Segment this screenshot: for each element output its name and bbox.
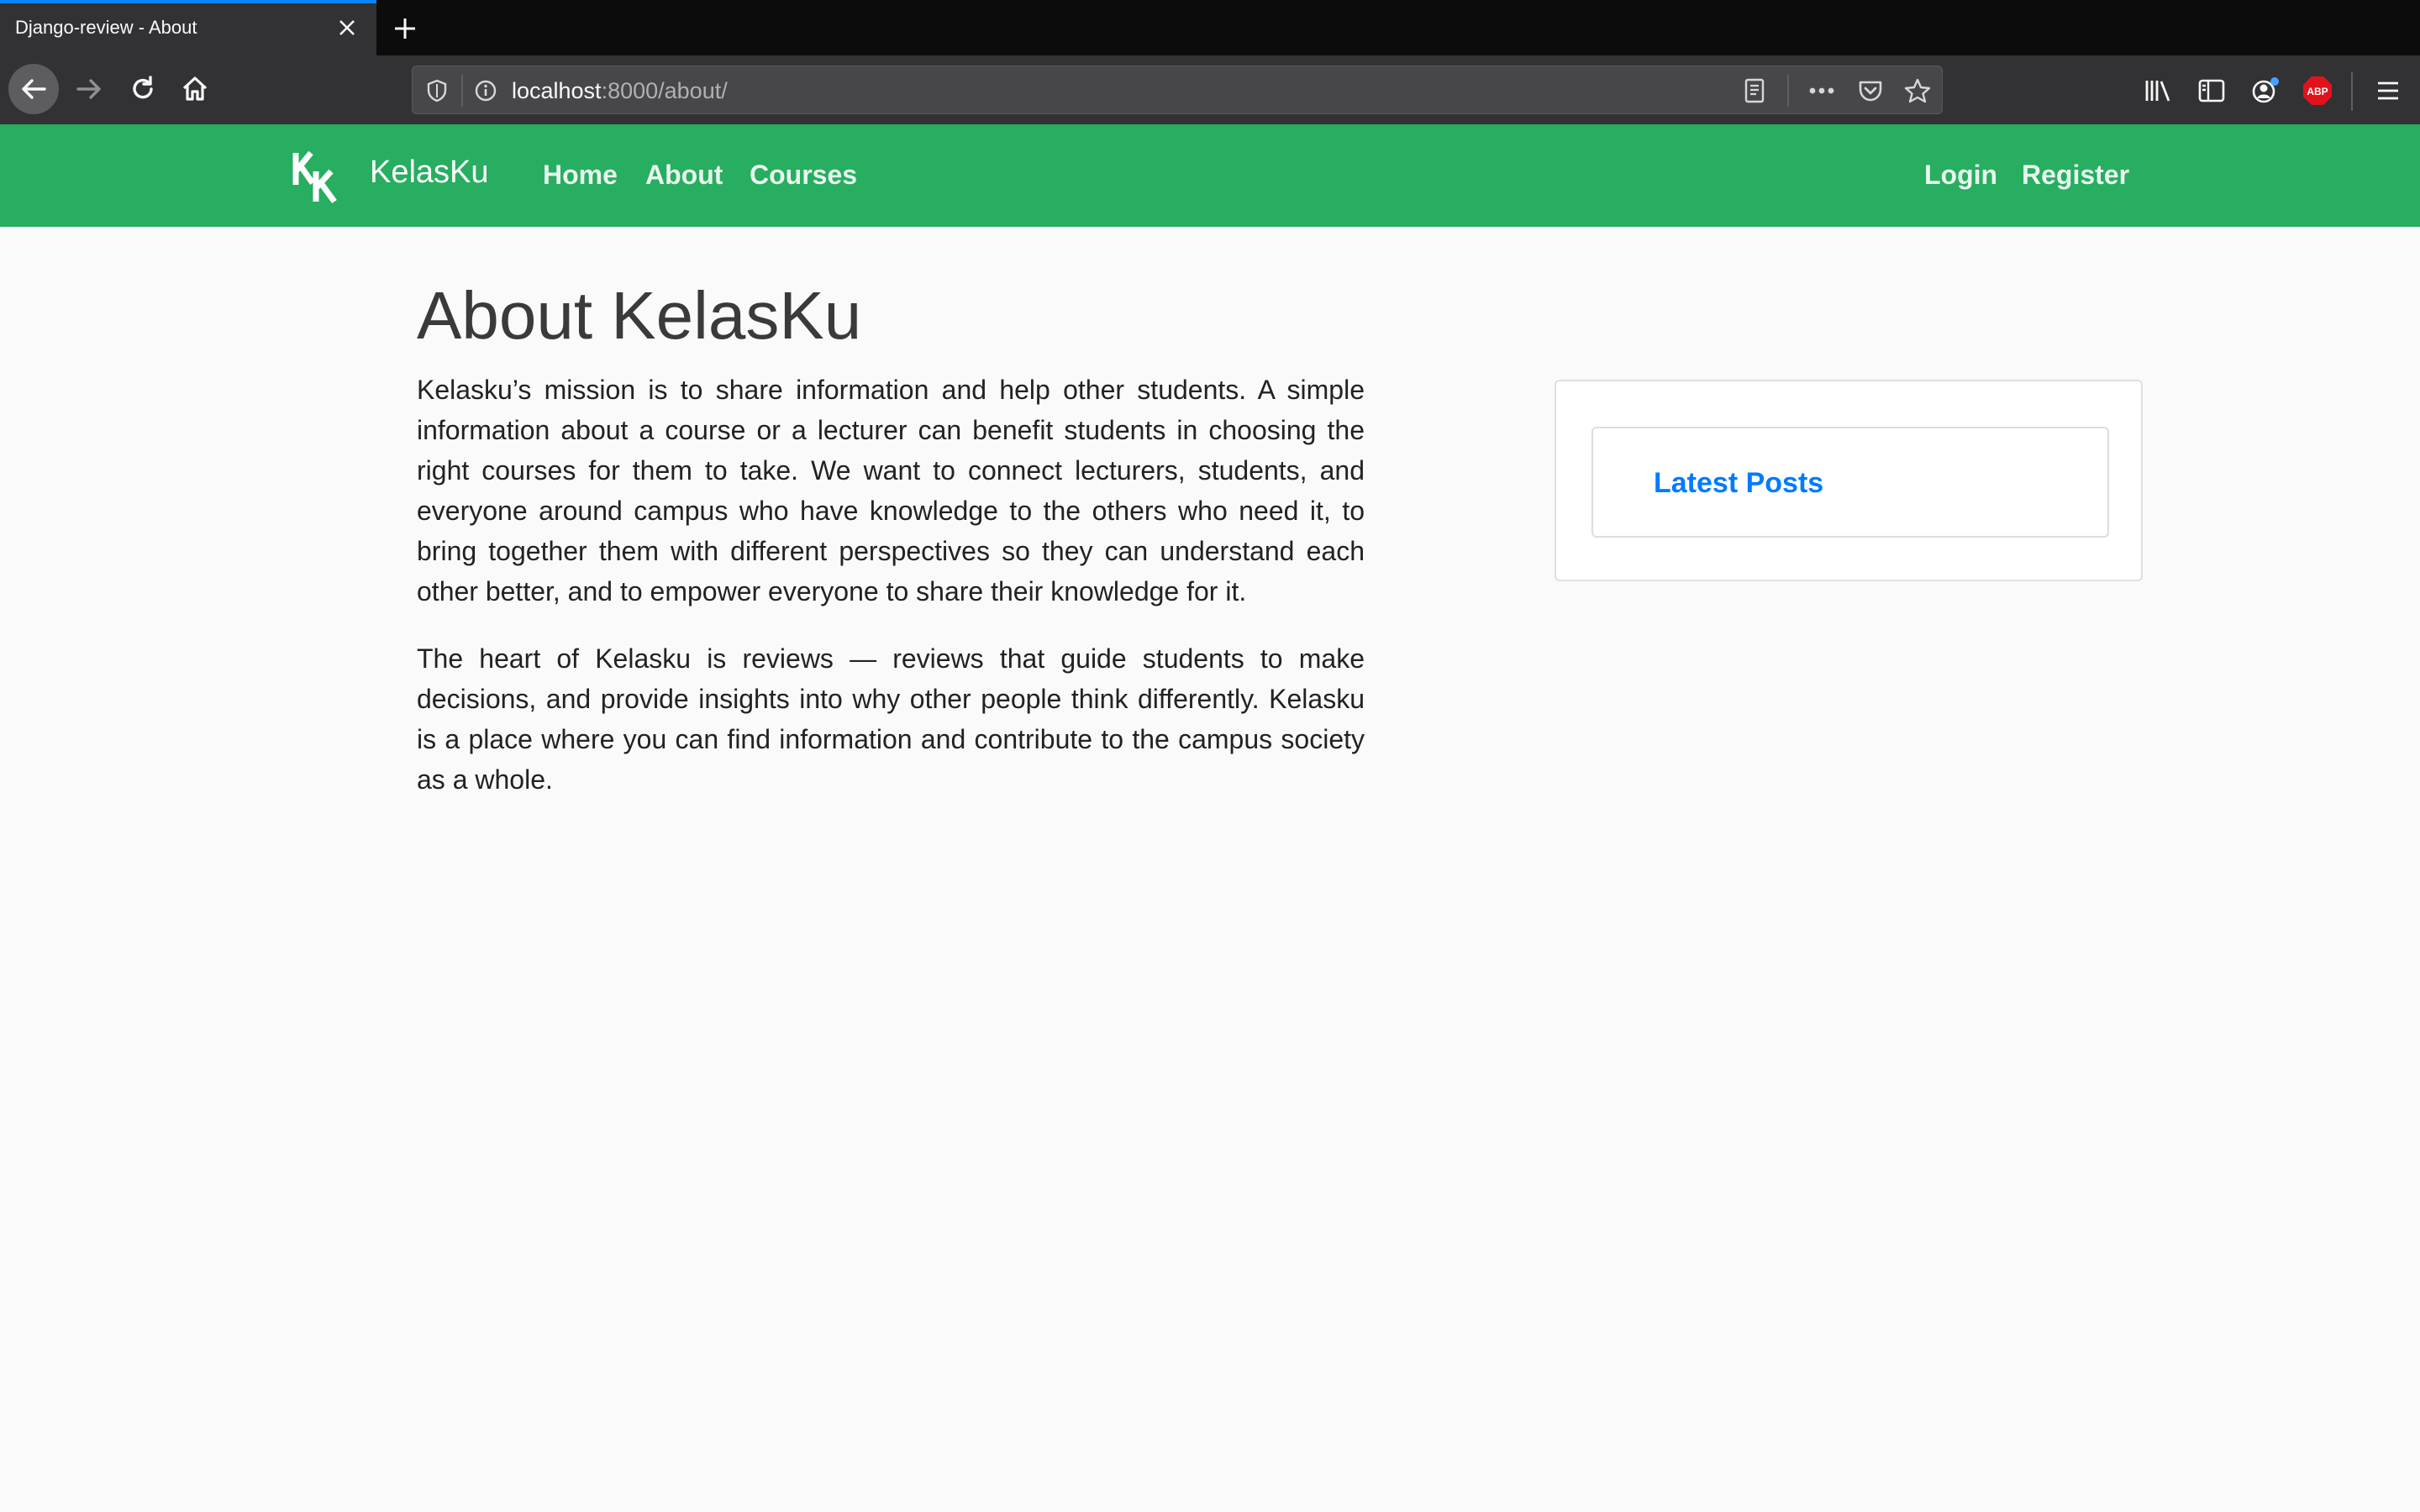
- forward-arrow-icon[interactable]: [64, 64, 114, 114]
- about-paragraph-reviews: The heart of Kelasku is reviews — review…: [417, 643, 1365, 795]
- nav-link-home[interactable]: Home: [543, 160, 618, 191]
- about-paragraph-mission: Kelasku’s mission is to share informatio…: [417, 375, 1365, 606]
- tab-title: Django-review - About: [15, 17, 197, 38]
- browser-tab-bar: Django-review - About: [0, 0, 2420, 55]
- nav-link-about[interactable]: About: [645, 160, 723, 191]
- tab-active-indicator: [0, 0, 376, 3]
- account-icon[interactable]: [2249, 74, 2282, 108]
- nav-link-login[interactable]: Login: [1924, 160, 1997, 191]
- back-arrow-icon[interactable]: [8, 64, 59, 114]
- url-host: localhost: [512, 78, 602, 103]
- url-separator-2: [1787, 75, 1789, 107]
- page-actions-icon[interactable]: [1807, 76, 1836, 105]
- browser-toolbar: localhost:8000/about/ ABP: [0, 55, 2420, 124]
- sidebar-card: Latest Posts: [1555, 380, 2143, 581]
- browser-tab-active[interactable]: Django-review - About: [0, 0, 376, 55]
- nav-link-courses[interactable]: Courses: [750, 160, 857, 191]
- info-icon[interactable]: [471, 76, 500, 105]
- close-tab-icon[interactable]: [333, 13, 361, 42]
- bookmark-star-icon[interactable]: [1903, 76, 1932, 105]
- hamburger-menu-icon[interactable]: [2371, 74, 2405, 108]
- nav-link-register[interactable]: Register: [2022, 160, 2129, 191]
- adblock-label: ABP: [2307, 86, 2328, 97]
- latest-posts-card: Latest Posts: [1591, 427, 2109, 538]
- library-icon[interactable]: [2141, 74, 2175, 108]
- reload-icon[interactable]: [118, 64, 168, 114]
- url-text[interactable]: localhost:8000/about/: [512, 78, 728, 104]
- site-navbar: KelasKu Home About Courses Login Registe…: [0, 124, 2420, 227]
- url-separator: [461, 75, 463, 107]
- shield-icon[interactable]: [423, 76, 451, 105]
- page-title: About KelasKu: [417, 278, 862, 353]
- toolbar-separator: [2351, 72, 2353, 111]
- adblock-plus-icon[interactable]: ABP: [2301, 74, 2334, 108]
- address-bar[interactable]: localhost:8000/about/: [412, 66, 1943, 114]
- home-icon[interactable]: [170, 64, 220, 114]
- new-tab-icon[interactable]: [388, 12, 422, 45]
- url-path: :8000/about/: [601, 78, 728, 103]
- sidebar-toggle-icon[interactable]: [2195, 74, 2228, 108]
- reader-view-icon[interactable]: [1740, 76, 1769, 105]
- kelasku-logo-icon[interactable]: [291, 150, 343, 205]
- pocket-icon[interactable]: [1856, 76, 1885, 105]
- brand-name[interactable]: KelasKu: [370, 155, 489, 191]
- latest-posts-link[interactable]: Latest Posts: [1654, 467, 1823, 500]
